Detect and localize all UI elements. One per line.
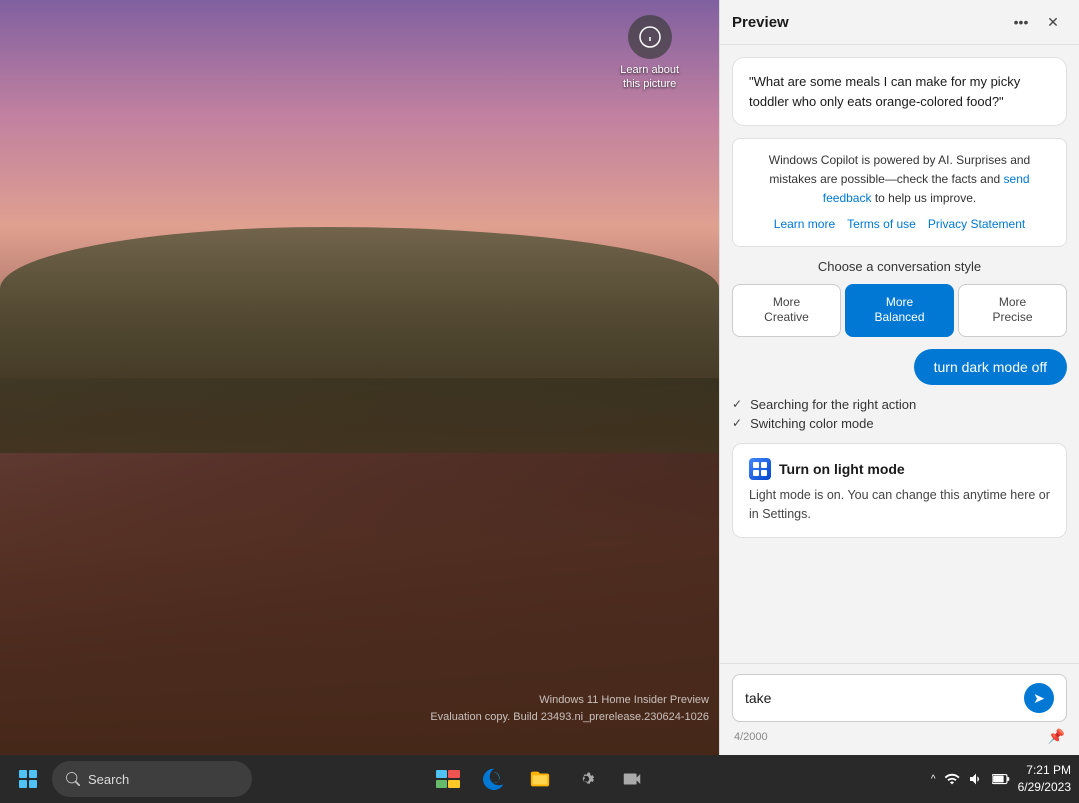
search-icon — [66, 772, 80, 786]
dark-mode-toggle-button[interactable]: turn dark mode off — [914, 349, 1067, 385]
wifi-icon — [944, 771, 960, 787]
windows-logo — [19, 770, 37, 788]
ai-disclaimer: Windows Copilot is powered by AI. Surpri… — [732, 138, 1067, 247]
status-text-2: Switching color mode — [750, 416, 874, 431]
style-buttons-group: MoreCreative MoreBalanced MorePrecise — [732, 284, 1067, 337]
taskbar-camera-button[interactable] — [612, 759, 652, 799]
disclaimer-text2: to help us improve. — [875, 191, 976, 205]
taskbar-settings-button[interactable] — [566, 759, 606, 799]
conversation-style-section: Choose a conversation style MoreCreative… — [732, 259, 1067, 337]
learn-more-link[interactable]: Learn more — [774, 215, 835, 234]
check-icon-2: ✓ — [732, 416, 742, 430]
input-row: ➤ — [732, 674, 1067, 722]
camera-icon — [621, 768, 643, 790]
light-mode-description: Light mode is on. You can change this an… — [749, 486, 1050, 524]
status-item-2: ✓ Switching color mode — [732, 416, 1067, 431]
char-count: 4/2000 — [734, 731, 768, 743]
more-options-button[interactable]: ••• — [1007, 8, 1035, 36]
light-mode-icon — [749, 458, 771, 480]
light-mode-card: Turn on light mode Light mode is on. You… — [732, 443, 1067, 539]
panel-header-actions: ••• ✕ — [1007, 8, 1067, 36]
close-button[interactable]: ✕ — [1039, 8, 1067, 36]
start-button[interactable] — [8, 759, 48, 799]
settings-icon — [575, 768, 597, 790]
send-button[interactable]: ➤ — [1024, 683, 1054, 713]
status-item-1: ✓ Searching for the right action — [732, 397, 1067, 412]
taskbar-widgets-button[interactable] — [428, 759, 468, 799]
disclaimer-links: Learn more Terms of use Privacy Statemen… — [747, 215, 1052, 234]
copilot-panel: Preview ••• ✕ "What are some meals I can… — [719, 0, 1079, 755]
taskbar: Search — [0, 755, 1079, 803]
style-balanced-button[interactable]: MoreBalanced — [845, 284, 954, 337]
pin-icon[interactable]: 📌 — [1048, 728, 1065, 745]
taskbar-center — [428, 759, 652, 799]
volume-icon — [968, 771, 984, 787]
question-text: "What are some meals I can make for my p… — [749, 74, 1020, 109]
disclaimer-text1: Windows Copilot is powered by AI. Surpri… — [769, 153, 1030, 186]
privacy-statement-link[interactable]: Privacy Statement — [928, 215, 1025, 234]
taskbar-right: ^ 7:21 PM 6/29/2023 — [931, 762, 1071, 796]
send-icon: ➤ — [1033, 690, 1045, 707]
style-precise-button[interactable]: MorePrecise — [958, 284, 1067, 337]
panel-input-area: ➤ 4/2000 📌 — [720, 663, 1079, 755]
light-mode-title: Turn on light mode — [779, 461, 905, 477]
panel-header: Preview ••• ✕ — [720, 0, 1079, 45]
clock-date: 6/29/2023 — [1018, 779, 1071, 796]
taskbar-explorer-button[interactable] — [520, 759, 560, 799]
battery-icon — [992, 771, 1010, 787]
system-clock[interactable]: 7:21 PM 6/29/2023 — [1018, 762, 1071, 796]
light-mode-card-title: Turn on light mode — [749, 458, 1050, 480]
check-icon-1: ✓ — [732, 397, 742, 411]
terms-of-use-link[interactable]: Terms of use — [847, 215, 916, 234]
clock-time: 7:21 PM — [1018, 762, 1071, 779]
desktop-background: Learn about this picture Windows 11 Home… — [0, 0, 719, 755]
widgets-icon — [436, 770, 460, 788]
windows-watermark: Windows 11 Home Insider Preview Evaluati… — [430, 692, 709, 725]
learn-picture-label-line2: this picture — [623, 77, 676, 91]
learn-picture-label-line1: Learn about — [620, 63, 679, 77]
input-footer: 4/2000 📌 — [732, 728, 1067, 745]
panel-content: "What are some meals I can make for my p… — [720, 45, 1079, 663]
panel-title: Preview — [732, 14, 789, 31]
search-bar-text: Search — [88, 772, 129, 787]
tray-chevron[interactable]: ^ — [931, 774, 936, 785]
taskbar-left: Search — [8, 759, 252, 799]
question-bubble: "What are some meals I can make for my p… — [732, 57, 1067, 126]
edge-icon — [483, 768, 505, 790]
search-bar[interactable]: Search — [52, 761, 252, 797]
learn-picture-button[interactable]: Learn about this picture — [620, 15, 679, 92]
chat-input[interactable] — [745, 690, 1016, 706]
status-list: ✓ Searching for the right action ✓ Switc… — [732, 397, 1067, 431]
conversation-style-label: Choose a conversation style — [818, 259, 981, 274]
explorer-icon — [529, 768, 551, 790]
style-creative-button[interactable]: MoreCreative — [732, 284, 841, 337]
status-text-1: Searching for the right action — [750, 397, 916, 412]
taskbar-edge-button[interactable] — [474, 759, 514, 799]
